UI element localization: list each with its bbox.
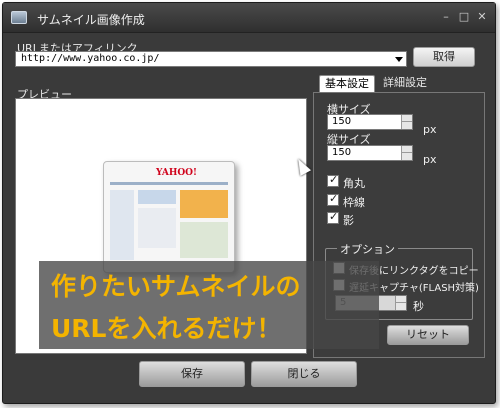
height-unit: px [423, 153, 437, 166]
close-button[interactable]: 閉じる [251, 361, 357, 387]
height-stepper[interactable]: 150 [327, 145, 413, 161]
spin-down-icon[interactable] [395, 303, 406, 310]
thumbnail-block [138, 190, 176, 204]
save-button[interactable]: 保存 [139, 361, 245, 387]
app-window: サムネイル画像作成 – □ ✕ URLまたはアフィリンク http://www.… [2, 2, 496, 404]
url-value: http://www.yahoo.co.jp/ [21, 53, 160, 64]
thumbnail-sidebar [110, 190, 134, 260]
tab-advanced-settings[interactable]: 詳細設定 [377, 75, 433, 93]
border-checkbox[interactable]: ✓ [327, 192, 339, 206]
minimize-icon[interactable]: – [439, 10, 453, 24]
width-value: 150 [332, 116, 352, 127]
thumbnail-content [138, 208, 176, 248]
promo-overlay: 作りたいサムネイルの URLを入れるだけ！ [39, 261, 379, 349]
check-icon: ✓ [329, 173, 339, 186]
shadow-checkbox[interactable]: ✓ [327, 210, 339, 224]
tab-basic-settings[interactable]: 基本設定 [319, 75, 375, 93]
close-icon[interactable]: ✕ [475, 10, 489, 24]
app-icon [11, 11, 27, 24]
options-title: オプション [337, 241, 398, 257]
thumbnail-sidebar-right [180, 222, 228, 258]
border-label: 枠線 [343, 196, 365, 209]
promo-line-1: 作りたいサムネイルの [51, 272, 301, 301]
rounded-label: 角丸 [343, 177, 365, 190]
reset-button[interactable]: リセット [387, 325, 469, 345]
width-unit: px [423, 123, 437, 136]
window-title: サムネイル画像作成 [37, 13, 145, 27]
thumbnail-logo: YAHOO! [156, 168, 197, 178]
thumbnail-banner [180, 190, 228, 218]
thumbnail-preview: YAHOO! [103, 161, 235, 273]
thumbnail-nav-bar [110, 182, 228, 185]
chevron-down-icon[interactable] [395, 57, 403, 62]
spin-down-icon[interactable] [401, 153, 412, 160]
maximize-icon[interactable]: □ [457, 10, 471, 24]
check-icon: ✓ [329, 192, 339, 205]
rounded-checkbox[interactable]: ✓ [327, 173, 339, 187]
check-icon: ✓ [329, 210, 339, 223]
delay-unit: 秒 [413, 300, 424, 313]
promo-line-2: URLを入れるだけ！ [51, 314, 282, 343]
url-input[interactable]: http://www.yahoo.co.jp/ [15, 51, 407, 67]
fetch-button[interactable]: 取得 [413, 47, 475, 67]
spin-up-icon[interactable] [401, 115, 412, 122]
height-value: 150 [332, 147, 352, 158]
title-bar[interactable]: サムネイル画像作成 – □ ✕ [3, 3, 495, 33]
spin-down-icon[interactable] [401, 122, 412, 129]
shadow-label: 影 [343, 214, 354, 227]
spin-up-icon[interactable] [401, 146, 412, 153]
spin-up-icon[interactable] [395, 296, 406, 303]
width-stepper[interactable]: 150 [327, 114, 413, 130]
